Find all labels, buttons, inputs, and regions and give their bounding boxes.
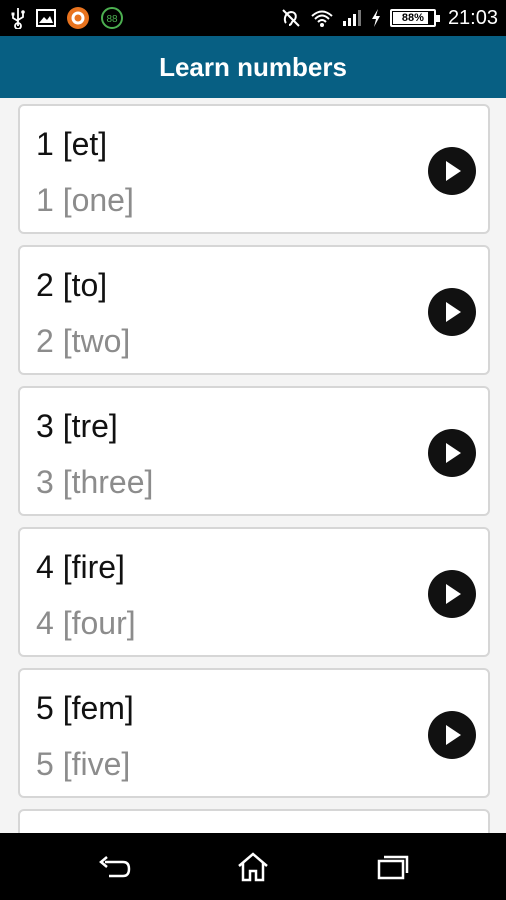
native-word: 5 [fem]: [36, 690, 134, 726]
list-item-partial[interactable]: [18, 809, 490, 833]
hearing-aid-icon: [280, 7, 302, 29]
image-icon: [36, 9, 56, 27]
navigation-bar: [0, 833, 506, 900]
page-title: Learn numbers: [159, 51, 347, 82]
native-word: 1 [et]: [36, 126, 108, 162]
usb-icon: [10, 7, 26, 29]
native-word: 3 [tre]: [36, 408, 118, 444]
numbers-list[interactable]: 1 [et] 1 [one] 2 [to] 2 [two] 3 [tre] 3 …: [0, 98, 506, 833]
play-icon[interactable]: [428, 288, 476, 336]
signal-icon: [342, 9, 362, 27]
list-item-2[interactable]: 2 [to] 2 [two]: [18, 245, 490, 375]
download-icon: 88: [100, 6, 124, 30]
english-translation: 3 [three]: [36, 464, 154, 500]
play-icon[interactable]: [428, 570, 476, 618]
english-translation: 5 [five]: [36, 746, 131, 782]
app-bar: Learn numbers: [0, 36, 506, 98]
list-item-1[interactable]: 1 [et] 1 [one]: [18, 104, 490, 234]
list-item-3[interactable]: 3 [tre] 3 [three]: [18, 386, 490, 516]
native-word: 4 [fire]: [36, 549, 125, 585]
play-icon[interactable]: [428, 711, 476, 759]
native-word: 2 [to]: [36, 267, 108, 303]
play-icon[interactable]: [428, 147, 476, 195]
list-item-5[interactable]: 5 [fem] 5 [five]: [18, 668, 490, 798]
play-icon[interactable]: [428, 429, 476, 477]
charging-icon: [370, 8, 382, 28]
english-translation: 2 [two]: [36, 323, 131, 359]
svg-text:88: 88: [106, 14, 118, 25]
list-item-4[interactable]: 4 [fire] 4 [four]: [18, 527, 490, 657]
english-translation: 4 [four]: [36, 605, 136, 641]
clock: 21:03: [447, 6, 498, 29]
battery-icon: 88%: [389, 9, 440, 27]
wifi-icon: [310, 8, 334, 28]
status-left-icons: 88: [10, 0, 124, 36]
status-right-icons: 88% 21:03: [280, 0, 498, 36]
home-icon[interactable]: [233, 847, 273, 887]
english-translation: 1 [one]: [36, 182, 134, 218]
status-bar: 88 88% 21:03: [0, 0, 506, 36]
back-icon[interactable]: [94, 847, 134, 887]
recents-icon[interactable]: [373, 847, 413, 887]
battery-percent: 88%: [401, 12, 424, 24]
app-notification-icon: [66, 6, 90, 30]
